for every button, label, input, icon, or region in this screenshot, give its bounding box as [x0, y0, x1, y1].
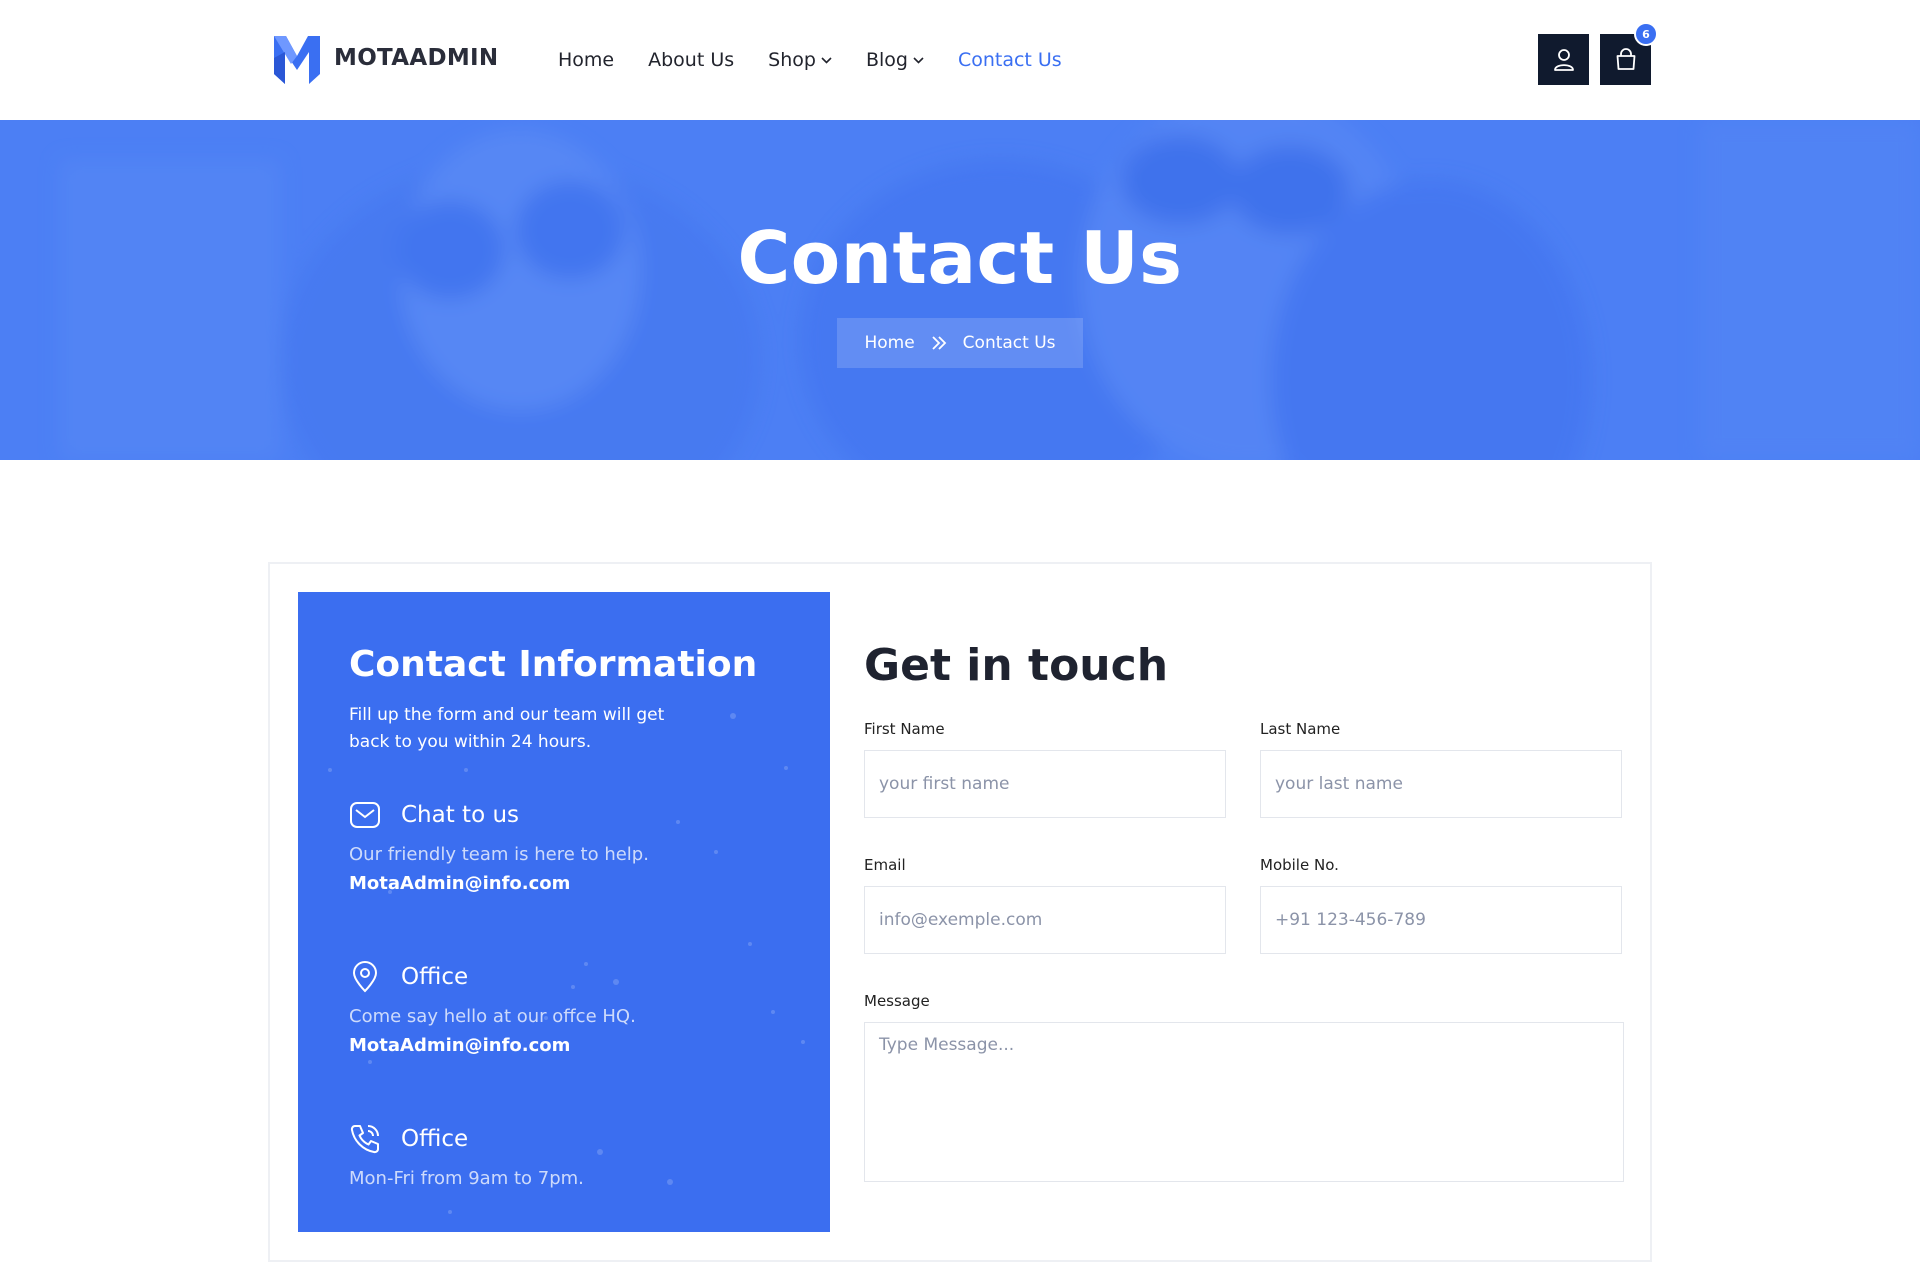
office-email-link[interactable]: MotaAdmin@info.com	[349, 1035, 789, 1056]
phone-block-title: Office	[401, 1126, 469, 1152]
contact-info-title: Contact Information	[349, 644, 758, 685]
hero-banner: Contact Us Home Contact Us	[0, 120, 1920, 460]
first-name-input[interactable]	[864, 750, 1226, 818]
page-title: Contact Us	[737, 216, 1183, 300]
shopping-bag-icon	[1616, 47, 1635, 70]
contact-form: Get in touch First Name Last Name Email …	[864, 640, 1624, 1182]
chat-email-link[interactable]: MotaAdmin@info.com	[349, 873, 789, 894]
office-block: Office Come say hello at our offce HQ. M…	[349, 960, 789, 1056]
nav-about-us[interactable]: About Us	[648, 49, 734, 71]
chat-block: Chat to us Our friendly team is here to …	[349, 798, 789, 894]
email-input[interactable]	[864, 886, 1226, 954]
chevron-down-icon	[821, 56, 832, 64]
breadcrumb-current: Contact Us	[962, 333, 1056, 353]
cart-count-badge: 6	[1634, 22, 1658, 46]
nav-contact-us[interactable]: Contact Us	[958, 49, 1062, 71]
user-icon	[1553, 48, 1574, 71]
nav-shop-label: Shop	[768, 49, 816, 71]
nav-contact-us-label: Contact Us	[957, 49, 1062, 71]
chevron-down-icon	[913, 56, 924, 64]
message-textarea[interactable]	[864, 1022, 1624, 1182]
breadcrumb: Home Contact Us	[837, 318, 1083, 368]
map-pin-icon	[352, 961, 378, 993]
phone-block: Office Mon-Fri from 9am to 7pm.	[349, 1122, 789, 1189]
chat-title: Chat to us	[401, 802, 520, 828]
chat-description: Our friendly team is here to help.	[349, 844, 649, 865]
contact-info-intro: Fill up the form and our team will get b…	[349, 705, 665, 752]
first-name-group: First Name	[864, 720, 1226, 818]
form-title: Get in touch	[864, 640, 1169, 691]
double-chevron-right-icon	[932, 336, 946, 350]
phone-hours: Mon-Fri from 9am to 7pm.	[349, 1168, 584, 1189]
last-name-input[interactable]	[1260, 750, 1622, 818]
brand-name: MOTAADMIN	[334, 45, 499, 71]
message-label: Message	[864, 992, 930, 1010]
mobile-group: Mobile No.	[1260, 856, 1622, 954]
last-name-group: Last Name	[1260, 720, 1622, 818]
email-label: Email	[864, 856, 906, 874]
user-account-button[interactable]	[1538, 34, 1589, 85]
nav-home[interactable]: Home	[558, 49, 614, 71]
office-description: Come say hello at our offce HQ.	[349, 1006, 636, 1027]
message-group: Message	[864, 992, 1624, 1186]
contact-information-card: Contact Information Fill up the form and…	[298, 592, 830, 1232]
logo-mark-icon	[274, 36, 320, 84]
main-nav: Home About Us Shop Blog Contact Us	[558, 44, 1096, 76]
office-title: Office	[401, 964, 469, 990]
email-group: Email	[864, 856, 1226, 954]
nav-shop[interactable]: Shop	[768, 49, 832, 71]
breadcrumb-home-link[interactable]: Home	[864, 333, 914, 353]
phone-icon	[350, 1125, 379, 1154]
site-header: MOTAADMIN Home About Us Shop Blog Contac…	[0, 0, 1920, 120]
mobile-label: Mobile No.	[1260, 856, 1339, 874]
nav-blog[interactable]: Blog	[866, 49, 924, 71]
nav-about-us-label: About Us	[648, 49, 735, 71]
last-name-label: Last Name	[1260, 720, 1341, 738]
nav-blog-label: Blog	[865, 49, 908, 71]
first-name-label: First Name	[864, 720, 945, 738]
mail-icon	[350, 802, 380, 828]
mobile-input[interactable]	[1260, 886, 1622, 954]
nav-home-label: Home	[558, 49, 615, 71]
logo[interactable]: MOTAADMIN	[272, 30, 498, 86]
